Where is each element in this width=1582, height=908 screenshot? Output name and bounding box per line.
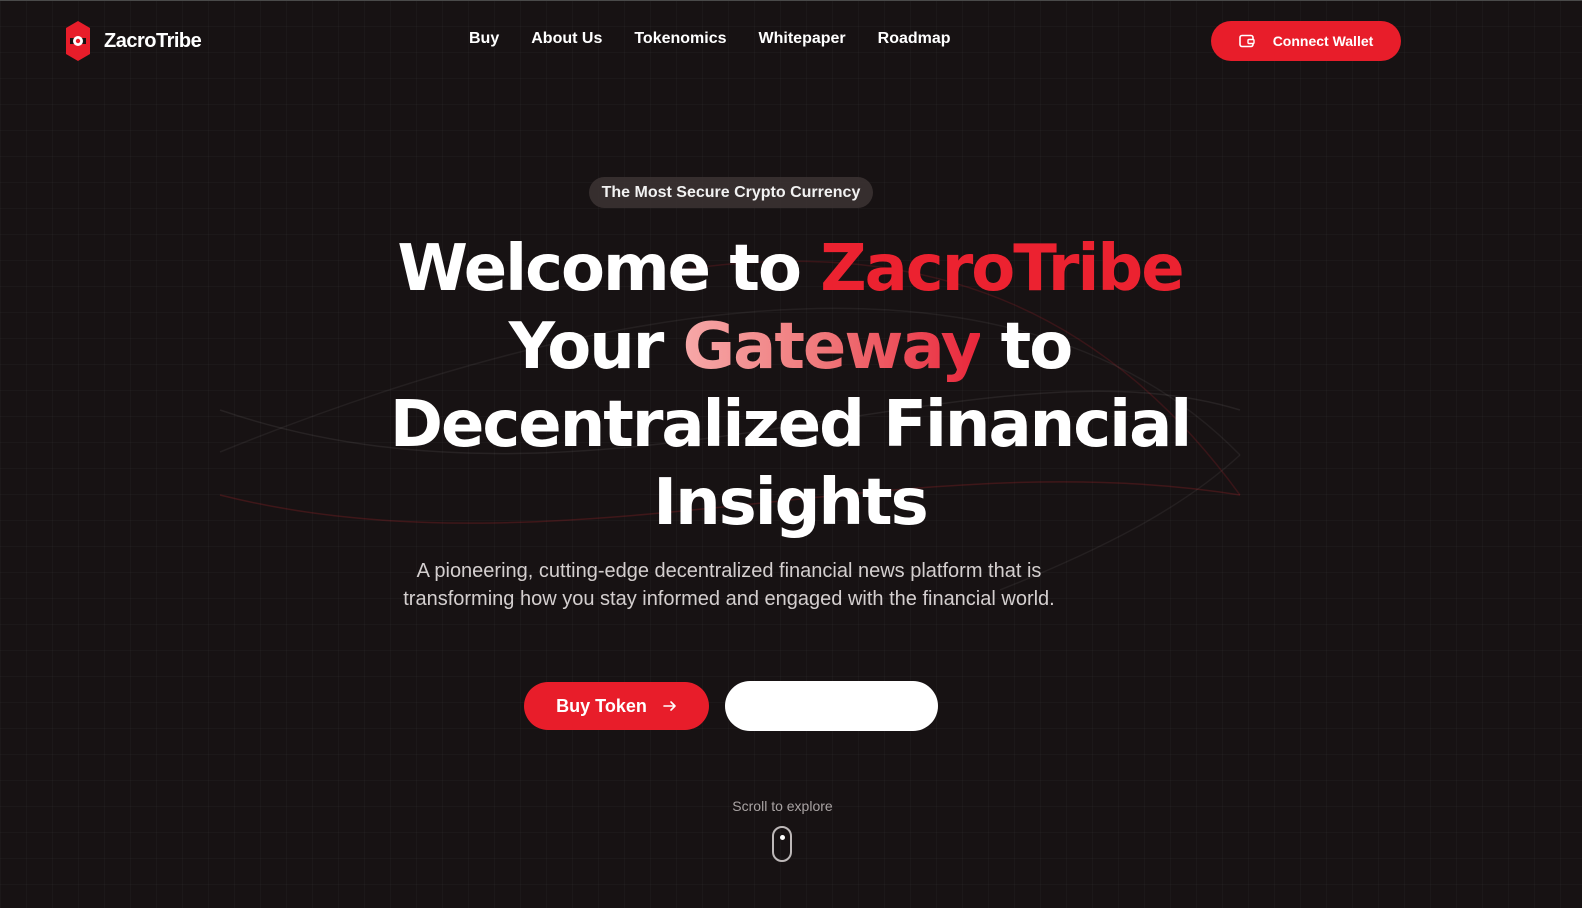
mouse-icon[interactable]	[772, 826, 792, 862]
hexagon-logo-icon	[66, 21, 90, 61]
nav-link-roadmap[interactable]: Roadmap	[878, 30, 951, 48]
nav-link-about-us[interactable]: About Us	[531, 30, 602, 48]
headline-line-2: Your Gateway to	[508, 310, 1074, 384]
connect-wallet-button[interactable]: Connect Wallet	[1211, 21, 1401, 61]
buy-token-label: Buy Token	[556, 695, 647, 716]
scroll-hint: Scroll to explore	[732, 798, 833, 814]
headline-to-text: to	[980, 310, 1074, 384]
headline-your-text: Your	[508, 310, 683, 384]
brand-name: ZacroTribe	[104, 29, 202, 52]
headline-line-1: Welcome to ZacroTribe	[397, 232, 1184, 306]
headline-welcome-text: Welcome to	[397, 232, 821, 306]
headline-line-4: Insights	[653, 466, 928, 540]
headline-gateway-highlight: Gateway	[682, 310, 983, 384]
brand-logo[interactable]: ZacroTribe	[66, 21, 202, 61]
arrow-right-icon	[663, 701, 676, 711]
nav-link-tokenomics[interactable]: Tokenomics	[634, 30, 726, 48]
hero-description: A pioneering, cutting-edge decentralized…	[403, 560, 1055, 610]
main-menu: Buy About Us Tokenomics Whitepaper Roadm…	[469, 30, 951, 48]
headline-brand-highlight: ZacroTribe	[820, 232, 1184, 306]
hero-headline: Welcome to ZacroTribe Your Gateway to De…	[280, 230, 1300, 542]
hero-badge: The Most Secure Crypto Currency	[589, 177, 873, 208]
buy-token-button[interactable]: Buy Token	[524, 682, 709, 730]
nav-link-buy[interactable]: Buy	[469, 30, 499, 48]
nav-link-whitepaper[interactable]: Whitepaper	[759, 30, 846, 48]
top-navigation: ZacroTribe Buy About Us Tokenomics White…	[0, 0, 1582, 82]
mouse-wheel-dot	[780, 835, 785, 840]
secondary-button[interactable]	[725, 681, 938, 731]
headline-line-3: Decentralized Financial	[389, 388, 1192, 462]
wallet-icon	[1238, 34, 1255, 48]
connect-wallet-label: Connect Wallet	[1272, 33, 1374, 49]
